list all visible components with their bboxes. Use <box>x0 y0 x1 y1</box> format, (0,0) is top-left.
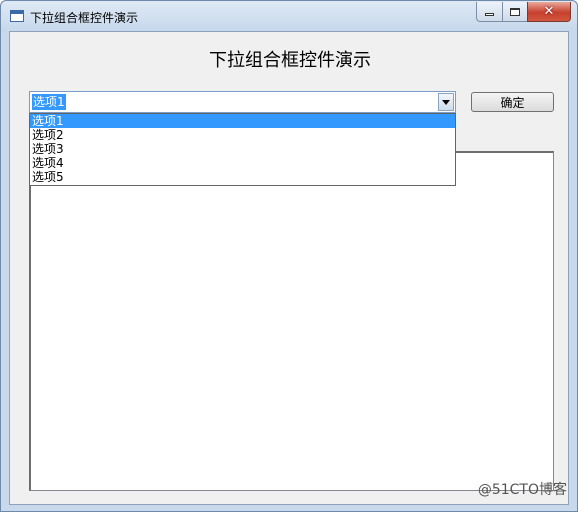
maximize-button[interactable] <box>502 2 527 22</box>
caption-buttons: ✕ <box>476 2 571 22</box>
dropdown-option[interactable]: 选项4 <box>30 156 455 170</box>
chevron-down-icon <box>442 99 450 105</box>
option-combobox[interactable]: 选项1 <box>29 91 456 113</box>
dropdown-option[interactable]: 选项2 <box>30 128 455 142</box>
window-icon[interactable] <box>10 10 24 22</box>
close-button[interactable]: ✕ <box>527 2 571 22</box>
dropdown-option[interactable]: 选项1 <box>30 114 455 128</box>
combobox-selected-value[interactable]: 选项1 <box>32 94 66 110</box>
close-icon: ✕ <box>543 4 555 19</box>
client-area: 下拉组合框控件演示 选项1 选项1 选项2 选项3 选项4 选项5 确定 <box>9 31 569 505</box>
minimize-button[interactable] <box>476 2 502 22</box>
ok-button[interactable]: 确定 <box>471 92 554 112</box>
minimize-icon <box>485 13 494 16</box>
app-window: 下拉组合框控件演示 ✕ 下拉组合框控件演示 选项1 选项1 选项2 选项3 选项… <box>0 0 578 512</box>
combobox-dropdown-list: 选项1 选项2 选项3 选项4 选项5 <box>29 113 456 186</box>
watermark: @51CTO博客 <box>477 482 567 498</box>
maximize-icon <box>510 7 520 16</box>
dropdown-button[interactable] <box>438 93 454 111</box>
dropdown-option[interactable]: 选项3 <box>30 142 455 156</box>
dropdown-option[interactable]: 选项5 <box>30 170 455 184</box>
window-title: 下拉组合框控件演示 <box>30 11 139 25</box>
output-text-area[interactable] <box>29 151 554 491</box>
title-bar[interactable]: 下拉组合框控件演示 ✕ <box>1 1 577 31</box>
page-title: 下拉组合框控件演示 <box>209 50 371 71</box>
